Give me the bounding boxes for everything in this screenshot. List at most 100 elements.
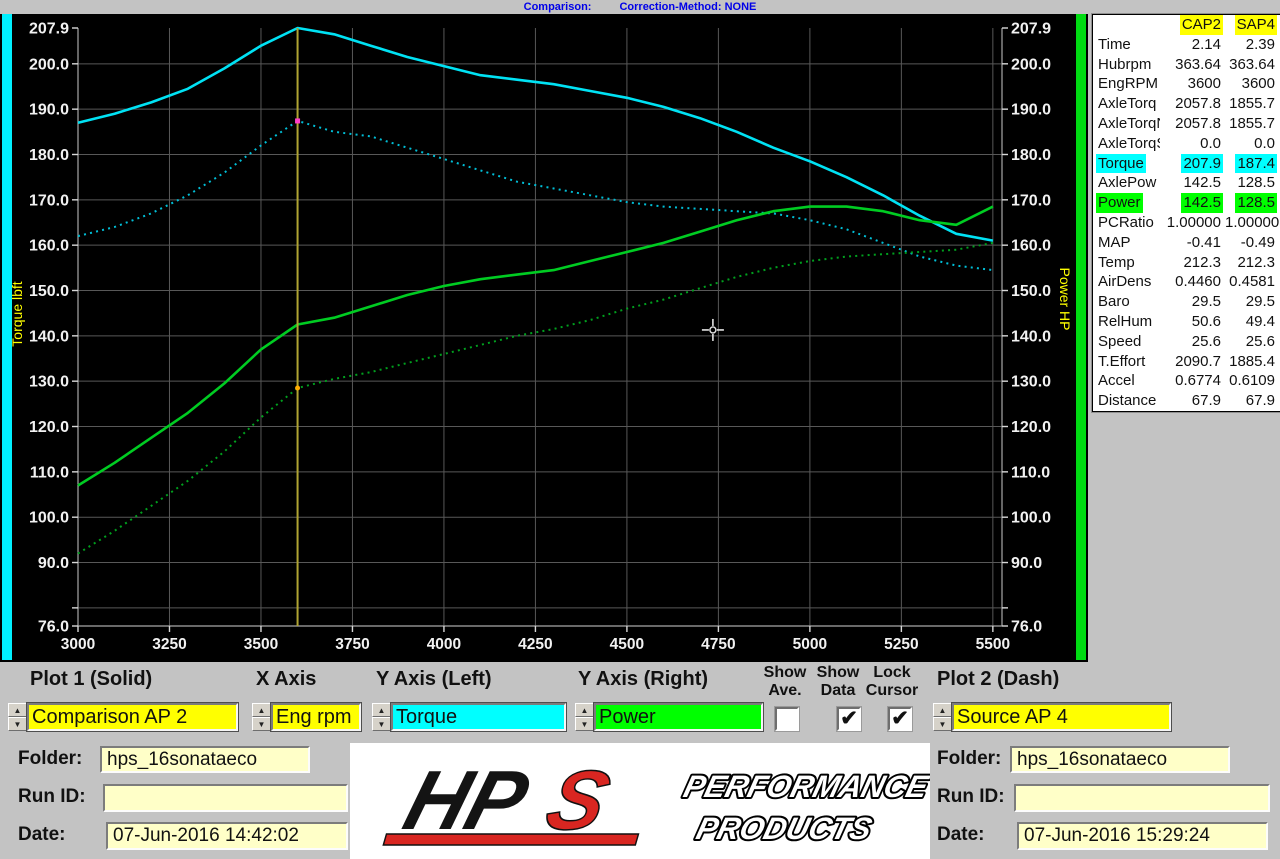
channel-value: 3600	[1160, 74, 1223, 94]
y-tick-label-right: 90.0	[1011, 555, 1042, 572]
y-tick-label-right: 200.0	[1011, 56, 1051, 73]
channel-value: 363.64	[1160, 55, 1223, 75]
plot1-spinner[interactable]: ▲▼	[8, 703, 27, 731]
correction-method-label: Correction-Method: NONE	[619, 1, 756, 13]
y-tick-label-left: 180.0	[29, 147, 69, 164]
y-axis-right-select[interactable]: ▲▼ Power	[575, 703, 763, 731]
spinner-down-icon: ▼	[575, 717, 594, 731]
y-axis-right-value-field[interactable]: Power	[594, 703, 763, 731]
y-tick-label-right: 100.0	[1011, 510, 1051, 527]
channel-label: Hubrpm	[1096, 55, 1160, 75]
table-row: AxleTorqN2057.81855.7	[1093, 114, 1280, 134]
table-row: PCRatio1.000001.00000	[1093, 213, 1280, 233]
date-field-left[interactable]: 07-Jun-2016 14:42:02	[106, 822, 348, 850]
spinner-up-icon: ▲	[575, 703, 594, 717]
table-row: Torque207.9187.4	[1093, 154, 1280, 174]
chart-canvas[interactable]: 3000325035003750400042504500475050005250…	[0, 14, 1088, 662]
runid-field-left[interactable]	[103, 784, 348, 812]
plot1-value-field[interactable]: Comparison AP 2	[27, 703, 238, 731]
x-tick-label: 3750	[335, 636, 369, 653]
y-tick-label-right: 140.0	[1011, 328, 1051, 345]
col-header-sap4: SAP4	[1223, 15, 1277, 35]
spinner-up-icon: ▲	[252, 703, 271, 717]
runid-label-left: Run ID:	[18, 786, 86, 808]
channel-value: 50.6	[1160, 312, 1223, 332]
dyno-chart[interactable]: 3000325035003750400042504500475050005250…	[0, 14, 1088, 662]
channel-value: 212.3	[1223, 253, 1277, 273]
table-row: Power142.5128.5	[1093, 193, 1280, 213]
y-tick-label-right: 120.0	[1011, 419, 1051, 436]
y-tick-label-right: 190.0	[1011, 102, 1051, 119]
y-tick-label-left: 200.0	[29, 56, 69, 73]
table-row: Accel0.67740.6109	[1093, 371, 1280, 391]
x-axis-value-field[interactable]: Eng rpm	[271, 703, 361, 731]
y-tick-label-left: 76.0	[38, 619, 69, 636]
y-axis-left-value-field[interactable]: Torque	[391, 703, 566, 731]
y-right-spinner[interactable]: ▲▼	[575, 703, 594, 731]
channel-value: 363.64	[1223, 55, 1277, 75]
channel-value: 212.3	[1160, 253, 1223, 273]
runid-field-right[interactable]	[1014, 784, 1270, 812]
dyno-app-window: Comparison: Correction-Method: NONE 3000…	[0, 0, 1280, 859]
y-tick-label-right: 110.0	[1011, 464, 1050, 481]
table-row: Temp212.3212.3	[1093, 253, 1280, 273]
y-tick-label-left: 130.0	[29, 374, 69, 391]
plot1-select[interactable]: ▲▼ Comparison AP 2	[8, 703, 238, 731]
channel-value: 2090.7	[1160, 352, 1223, 372]
hps-logo-graphic: HP S PERFORMANCE PRODUCTS	[350, 743, 930, 859]
y-tick-label-right: 170.0	[1011, 192, 1051, 209]
channel-value: 142.5	[1160, 193, 1223, 213]
spinner-down-icon: ▼	[933, 717, 952, 731]
cursor-marker	[295, 118, 300, 123]
table-row: T.Effort2090.71885.4	[1093, 352, 1280, 372]
show-ave-checkbox[interactable]	[775, 707, 799, 731]
channel-label: Accel	[1096, 371, 1160, 391]
show-data-checkbox[interactable]: ✔	[837, 707, 861, 731]
channel-value: 2057.8	[1160, 94, 1223, 114]
plot2-select[interactable]: ▲▼ Source AP 4	[933, 703, 1171, 731]
channel-value: 2.39	[1223, 35, 1277, 55]
channel-label: EngRPM	[1096, 74, 1160, 94]
comparison-label: Comparison:	[524, 1, 592, 13]
right-axis-color-strip	[1076, 14, 1086, 660]
channel-label: Speed	[1096, 332, 1160, 352]
channel-value: -0.41	[1160, 233, 1223, 253]
plot2-value-field[interactable]: Source AP 4	[952, 703, 1171, 731]
y-tick-label-right: 76.0	[1011, 619, 1042, 636]
folder-field-left[interactable]: hps_16sonataeco	[100, 746, 310, 773]
x-axis-spinner[interactable]: ▲▼	[252, 703, 271, 731]
title-bar: Comparison: Correction-Method: NONE	[0, 0, 1280, 14]
table-row: AxleTorq2057.81855.7	[1093, 94, 1280, 114]
mouse-crosshair-icon	[710, 327, 716, 333]
table-row: Baro29.529.5	[1093, 292, 1280, 312]
spinner-up-icon: ▲	[372, 703, 391, 717]
x-tick-label: 5250	[884, 636, 918, 653]
folder-label-left: Folder:	[18, 748, 82, 770]
plot2-spinner[interactable]: ▲▼	[933, 703, 952, 731]
x-axis-select[interactable]: ▲▼ Eng rpm	[252, 703, 361, 731]
date-field-right[interactable]: 07-Jun-2016 15:29:24	[1017, 822, 1268, 850]
table-row: Hubrpm363.64363.64	[1093, 55, 1280, 75]
y-left-spinner[interactable]: ▲▼	[372, 703, 391, 731]
date-label-left: Date:	[18, 824, 66, 846]
col-header-cap2: CAP2	[1160, 15, 1223, 35]
channel-label: Baro	[1096, 292, 1160, 312]
y-tick-label-right: 130.0	[1011, 374, 1051, 391]
channel-value: 0.4581	[1223, 272, 1277, 292]
folder-field-right[interactable]: hps_16sonataeco	[1010, 746, 1230, 773]
channel-label: Torque	[1096, 154, 1160, 174]
channel-value: 3600	[1223, 74, 1277, 94]
channel-value: 25.6	[1160, 332, 1223, 352]
channel-value: 1885.4	[1223, 352, 1277, 372]
lock-cursor-checkbox[interactable]: ✔	[888, 707, 912, 731]
y-axis-left-select[interactable]: ▲▼ Torque	[372, 703, 566, 731]
channel-label: AxleTorqN	[1096, 114, 1160, 134]
channel-label: AxleTorq	[1096, 94, 1160, 114]
channel-label: AxlePow	[1096, 173, 1160, 193]
y-tick-label-left: 120.0	[29, 419, 69, 436]
y-tick-label-left: 170.0	[29, 192, 69, 209]
channel-value: 142.5	[1160, 173, 1223, 193]
spinner-up-icon: ▲	[933, 703, 952, 717]
y-tick-label-left: 190.0	[29, 102, 69, 119]
logo-performance-text: PERFORMANCE	[680, 769, 930, 803]
